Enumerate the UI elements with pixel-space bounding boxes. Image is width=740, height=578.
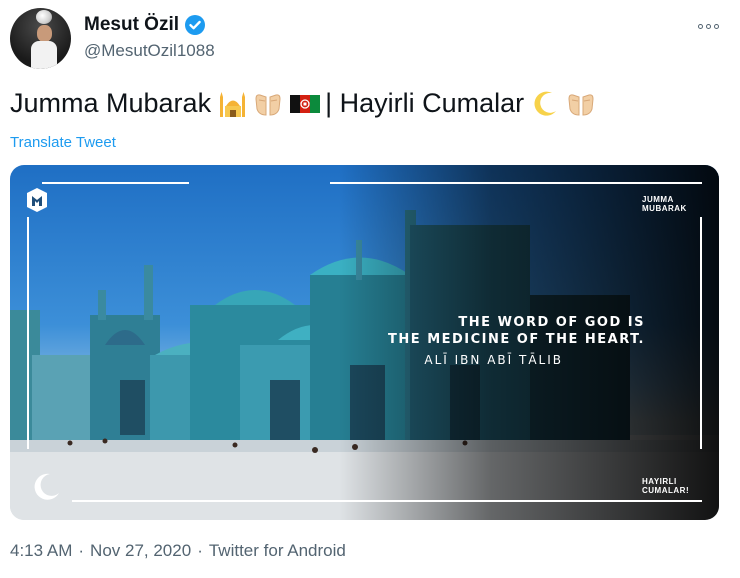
quote-block: THE WORD OF GOD IS THE MEDICINE OF THE H… (330, 315, 645, 367)
dot-icon (705, 23, 711, 29)
football-icon (36, 10, 52, 24)
meta-separator: · (197, 541, 203, 560)
palms-up-emoji-icon (253, 89, 283, 119)
frame-line (27, 217, 29, 449)
more-options-button[interactable] (692, 16, 724, 36)
translate-tweet-link[interactable]: Translate Tweet (10, 134, 116, 151)
palms-up-emoji-icon (566, 89, 596, 119)
corner-text-line: MUBARAK (642, 204, 687, 213)
user-handle[interactable]: @MesutOzil1088 (84, 41, 215, 61)
tweet-time[interactable]: 4:13 AM (10, 541, 72, 561)
quote-line-2: THE MEDICINE OF THE HEART. (388, 332, 645, 347)
display-name[interactable]: Mesut Özil (84, 14, 179, 36)
avatar[interactable] (10, 8, 71, 69)
tweet-text-part1: Jumma Mubarak (10, 88, 212, 118)
corner-text-line: JUMMA (642, 195, 674, 204)
frame-line (700, 217, 702, 449)
crescent-moon-icon (34, 473, 59, 500)
avatar-head (37, 25, 52, 42)
corner-text-line: HAYIRLI (642, 477, 677, 486)
tweet-source[interactable]: Twitter for Android (209, 541, 346, 561)
verified-badge-icon (185, 15, 206, 35)
meta-separator: · (78, 541, 85, 560)
jumma-mubarak-label: JUMMA MUBARAK (642, 195, 687, 213)
crescent-moon-emoji-icon (530, 89, 560, 119)
corner-text-line: CUMALAR! (642, 486, 690, 495)
frame-line (72, 500, 702, 502)
dot-icon (713, 23, 719, 29)
tweet-meta: 4:13 AM · Nov 27, 2020 · Twitter for And… (10, 541, 346, 561)
quote-author: ALĪ IBN ABĪ TĀLIB (424, 353, 563, 367)
avatar-body (31, 41, 57, 69)
m-logo-icon (27, 188, 47, 212)
frame-line (330, 182, 702, 184)
afghanistan-flag-emoji-icon (289, 89, 321, 119)
dot-icon (697, 23, 703, 29)
tweet-text-part2: | Hayirli Cumalar (325, 88, 525, 118)
hayirli-cumalar-label: HAYIRLI CUMALAR! (642, 477, 689, 495)
tweet-media-image[interactable]: JUMMA MUBARAK THE WORD OF GOD IS THE MED… (10, 165, 719, 520)
author-name-row[interactable]: Mesut Özil (84, 14, 206, 36)
tweet-text: Jumma Mubarak | Hayirli Cumalar (10, 88, 596, 119)
quote-line-1: THE WORD OF GOD IS (458, 315, 645, 330)
frame-line (42, 182, 189, 184)
tweet-date[interactable]: Nov 27, 2020 (90, 541, 191, 561)
mosque-emoji-icon (217, 89, 247, 119)
